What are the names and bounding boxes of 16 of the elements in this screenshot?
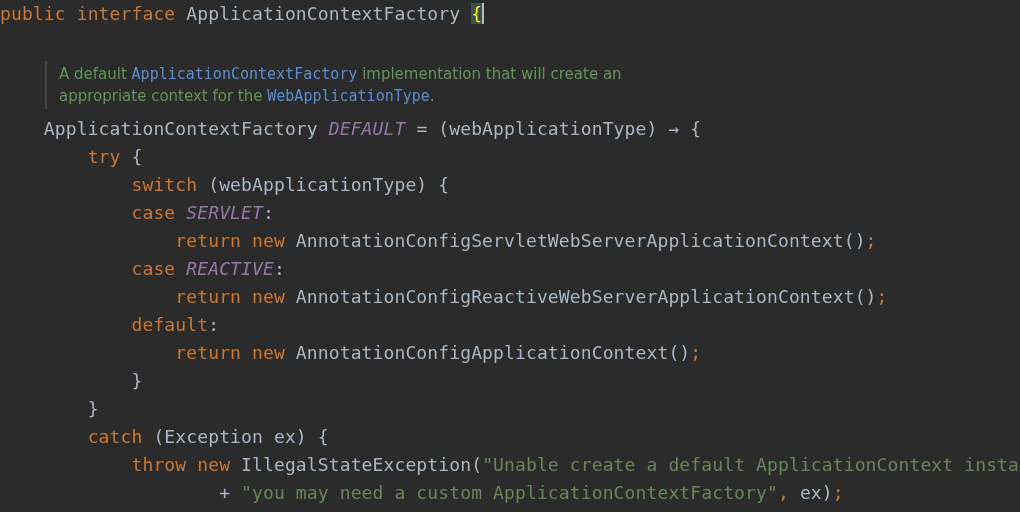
code-line: throw new IllegalStateException("Unable create a default ApplicationContext insta xyxy=(130,453,1019,477)
code-line: default: xyxy=(130,313,220,337)
code-line: case SERVLET: xyxy=(130,201,274,225)
code-line: ApplicationContextFactory DEFAULT = (webApplicationType) → { xyxy=(42,117,702,141)
code-line: return new AnnotationConfigServletWebServerApplicationContext(); xyxy=(174,229,877,253)
code-line: return new AnnotationConfigApplicationContext(); xyxy=(174,341,702,365)
code-line: + "you may need a custom ApplicationContextFactory", ex); xyxy=(218,481,844,505)
code-line: case REACTIVE: xyxy=(130,257,285,281)
code-line: } xyxy=(86,397,99,421)
doc-comment: A default ApplicationContextFactory implementation that will create an appropriate context for the WebApplicationType. xyxy=(45,61,622,109)
code-line: public interface ApplicationContextFactory { xyxy=(0,2,485,26)
code-line: return new AnnotationConfigReactiveWebServerApplicationContext(); xyxy=(174,285,888,309)
code-line: } xyxy=(130,369,143,393)
code-line: catch (Exception ex) { xyxy=(86,425,329,449)
code-line: switch (webApplicationType) { xyxy=(130,173,450,197)
code-line: try { xyxy=(86,145,143,169)
